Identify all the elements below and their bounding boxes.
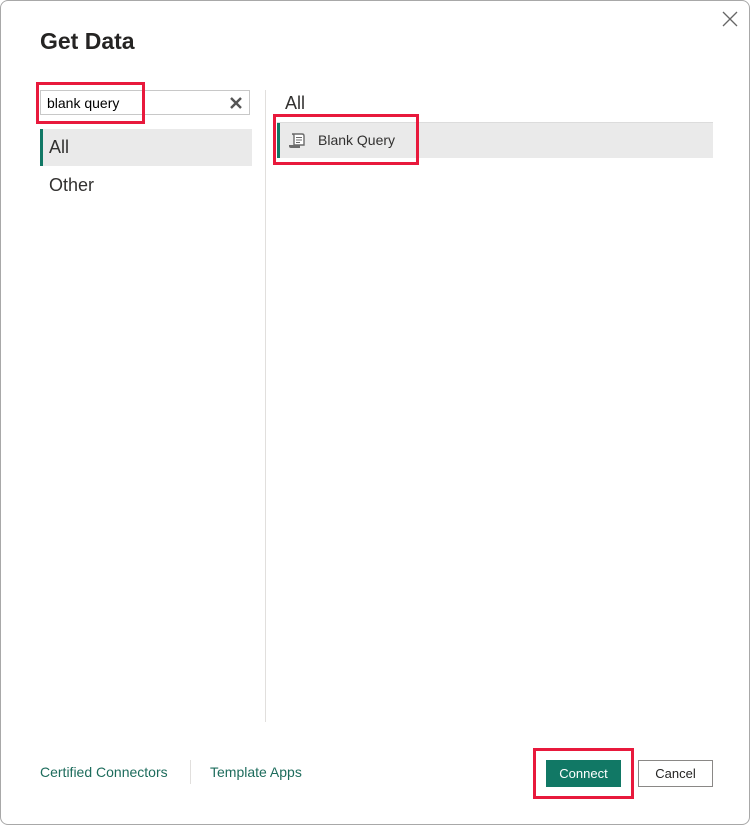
category-all[interactable]: All — [40, 129, 252, 166]
search-input[interactable] — [47, 94, 217, 112]
panel-divider — [265, 90, 266, 722]
blank-query-icon — [289, 133, 305, 148]
result-item-blank-query[interactable]: Blank Query — [277, 122, 713, 158]
certified-connectors-link[interactable]: Certified Connectors — [40, 764, 168, 780]
category-other[interactable]: Other — [40, 167, 252, 204]
footer-separator — [190, 760, 191, 784]
results-heading: All — [285, 93, 306, 113]
cancel-button[interactable]: Cancel — [638, 760, 713, 787]
clear-search-button[interactable] — [229, 96, 243, 110]
close-button[interactable] — [720, 9, 740, 29]
search-box — [40, 90, 250, 115]
close-icon — [722, 11, 738, 27]
dialog-title: Get Data — [40, 28, 135, 54]
get-data-dialog: Get Data All Other All Blank Query Certi… — [0, 0, 750, 825]
template-apps-link[interactable]: Template Apps — [210, 764, 302, 780]
clear-icon — [230, 97, 242, 109]
result-label: Blank Query — [318, 132, 396, 148]
connect-button[interactable]: Connect — [546, 760, 621, 787]
